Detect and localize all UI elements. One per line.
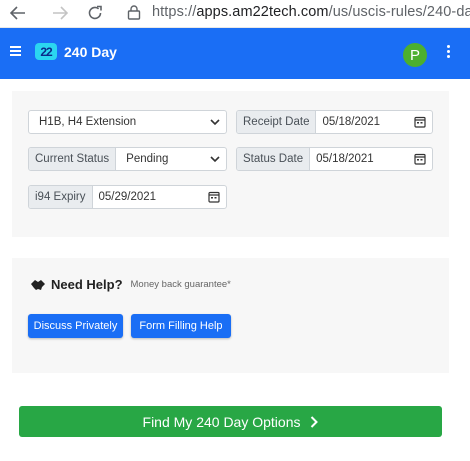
i94-expiry-input[interactable]: 05/29/2021: [93, 186, 227, 208]
forward-arrow-icon[interactable]: [50, 3, 70, 23]
page-title: 240 Day: [64, 44, 117, 60]
status-date-field[interactable]: Status Date 05/18/2021: [236, 147, 433, 171]
lock-icon[interactable]: [127, 4, 145, 22]
chevron-down-icon: [210, 119, 220, 126]
case-type-value: H1B, H4 Extension: [39, 116, 137, 128]
app-header: 22 240 Day P: [0, 28, 470, 79]
help-subtitle: Money back guarantee*: [130, 279, 231, 290]
find-options-label: Find My 240 Day Options: [142, 413, 301, 430]
user-avatar[interactable]: P: [403, 43, 427, 67]
app-logo[interactable]: 22: [35, 43, 57, 60]
reload-icon[interactable]: [85, 3, 105, 23]
current-status-select[interactable]: Pending: [116, 148, 226, 170]
current-status-field[interactable]: Current Status Pending: [28, 147, 227, 171]
url-scheme: https://: [152, 4, 197, 20]
form-filling-help-button[interactable]: Form Filling Help: [131, 314, 231, 338]
help-heading: Need Help? Money back guarantee*: [30, 277, 231, 292]
receipt-date-label: Receipt Date: [237, 111, 317, 133]
url-path: /us/uscis-rules/240-day/: [328, 4, 470, 20]
i94-expiry-value: 05/29/2021: [98, 191, 157, 203]
calendar-icon[interactable]: [208, 191, 220, 203]
address-bar[interactable]: https://apps.am22tech.com/us/uscis-rules…: [152, 4, 470, 20]
status-date-label: Status Date: [237, 148, 311, 170]
i94-expiry-label: i94 Expiry: [29, 186, 93, 208]
status-date-value: 05/18/2021: [316, 153, 374, 165]
receipt-date-input[interactable]: 05/18/2021: [316, 111, 432, 133]
calendar-icon[interactable]: [414, 116, 426, 128]
url-host: apps.am22tech.com: [196, 4, 329, 20]
case-type-select[interactable]: H1B, H4 Extension: [28, 110, 227, 134]
chevron-right-icon: [311, 415, 319, 428]
calendar-icon[interactable]: [414, 153, 426, 165]
handshake-icon: [31, 279, 45, 290]
receipt-date-value: 05/18/2021: [322, 116, 381, 128]
more-options-icon[interactable]: [444, 45, 452, 65]
status-date-input[interactable]: 05/18/2021: [310, 148, 432, 170]
current-status-value: Pending: [126, 153, 169, 165]
discuss-privately-button[interactable]: Discuss Privately: [28, 314, 123, 338]
current-status-label: Current Status: [29, 148, 117, 170]
i94-expiry-field[interactable]: i94 Expiry 05/29/2021: [28, 185, 227, 209]
hamburger-menu-icon[interactable]: [10, 46, 21, 56]
help-title: Need Help?: [51, 277, 123, 292]
browser-toolbar: https://apps.am22tech.com/us/uscis-rules…: [0, 0, 470, 28]
find-options-button[interactable]: Find My 240 Day Options: [19, 406, 442, 437]
receipt-date-field[interactable]: Receipt Date 05/18/2021: [236, 110, 433, 134]
back-arrow-icon[interactable]: [8, 3, 28, 23]
chevron-down-icon: [210, 156, 220, 163]
